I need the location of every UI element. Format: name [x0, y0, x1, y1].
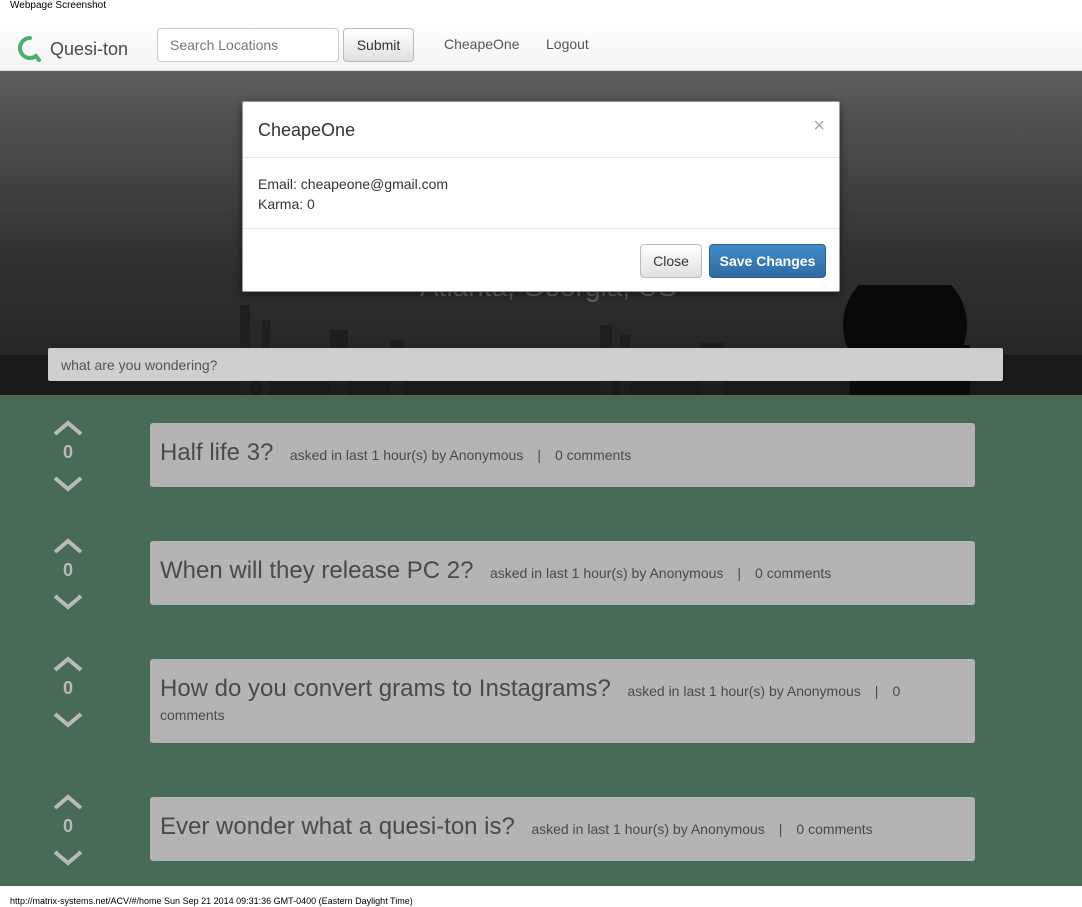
close-button[interactable]: Close	[640, 244, 702, 278]
vote-control: 0	[52, 537, 84, 610]
question-title[interactable]: Half life 3?	[160, 439, 273, 466]
modal-header: CheapeOne ×	[243, 102, 839, 158]
chevron-up-icon[interactable]	[52, 537, 84, 555]
question-meta: asked in last 1 hour(s) by Anonymous	[489, 565, 724, 581]
submit-button[interactable]: Submit	[343, 28, 414, 62]
vote-control: 0	[52, 655, 84, 728]
user-profile-modal: CheapeOne × Email: cheapeone@gmail.com K…	[242, 101, 840, 292]
print-title: Webpage Screenshot	[10, 0, 106, 11]
question-comments[interactable]: 0 comments	[555, 447, 631, 463]
chevron-up-icon[interactable]	[52, 793, 84, 811]
modal-body: Email: cheapeone@gmail.com Karma: 0	[258, 174, 448, 214]
question-card[interactable]: When will they release PC 2? asked in la…	[150, 541, 975, 605]
vote-control: 0	[52, 419, 84, 492]
logout-link[interactable]: Logout	[546, 36, 589, 52]
vote-count: 0	[62, 442, 73, 462]
question-title[interactable]: Ever wonder what a quesi-ton is?	[160, 813, 515, 840]
print-footer: http://matrix-systems.net/ACV/#/home Sun…	[10, 896, 413, 906]
chevron-down-icon[interactable]	[52, 849, 84, 867]
modal-footer: Close Save Changes	[243, 228, 839, 293]
chevron-up-icon[interactable]	[52, 655, 84, 673]
question-meta: asked in last 1 hour(s) by Anonymous	[289, 447, 524, 463]
ask-question-input[interactable]	[48, 348, 1003, 381]
vote-count: 0	[62, 560, 73, 580]
question-meta: asked in last 1 hour(s) by Anonymous	[627, 683, 861, 699]
search-locations-input[interactable]	[157, 28, 339, 62]
navbar: Quesi-ton Submit CheapeOne Logout	[0, 19, 1082, 71]
question-comments[interactable]: 0 comments	[755, 565, 831, 581]
chevron-down-icon[interactable]	[52, 475, 84, 493]
question-card[interactable]: How do you convert grams to Instagrams? …	[150, 659, 975, 743]
vote-control: 0	[52, 793, 84, 866]
questions-list: 0 Half life 3? asked in last 1 hour(s) b…	[0, 395, 1082, 886]
question-comments[interactable]: 0 comments	[796, 821, 872, 837]
brand-name: Quesi-ton	[50, 38, 129, 59]
question-card[interactable]: Ever wonder what a quesi-ton is? asked i…	[150, 797, 975, 861]
question-meta: asked in last 1 hour(s) by Anonymous	[531, 821, 765, 837]
question-card[interactable]: Half life 3? asked in last 1 hour(s) by …	[150, 423, 975, 487]
meta-separator: |	[778, 821, 783, 837]
close-icon[interactable]: ×	[813, 116, 825, 136]
chevron-down-icon[interactable]	[52, 711, 84, 729]
meta-separator: |	[537, 447, 541, 463]
vote-count: 0	[62, 816, 73, 836]
meta-separator: |	[874, 683, 879, 699]
meta-separator: |	[737, 565, 742, 581]
vote-count: 0	[62, 678, 73, 698]
brand-logo-icon	[18, 36, 41, 62]
user-profile-link[interactable]: CheapeOne	[444, 36, 520, 52]
save-changes-button[interactable]: Save Changes	[709, 244, 826, 278]
user-karma: Karma: 0	[258, 196, 315, 212]
question-title[interactable]: When will they release PC 2?	[160, 557, 473, 584]
brand[interactable]: Quesi-ton	[18, 36, 128, 62]
question-title[interactable]: How do you convert grams to Instagrams?	[160, 675, 611, 702]
modal-title: CheapeOne	[258, 120, 356, 140]
chevron-down-icon[interactable]	[52, 593, 84, 611]
user-email: Email: cheapeone@gmail.com	[258, 176, 449, 192]
chevron-up-icon[interactable]	[52, 419, 84, 437]
